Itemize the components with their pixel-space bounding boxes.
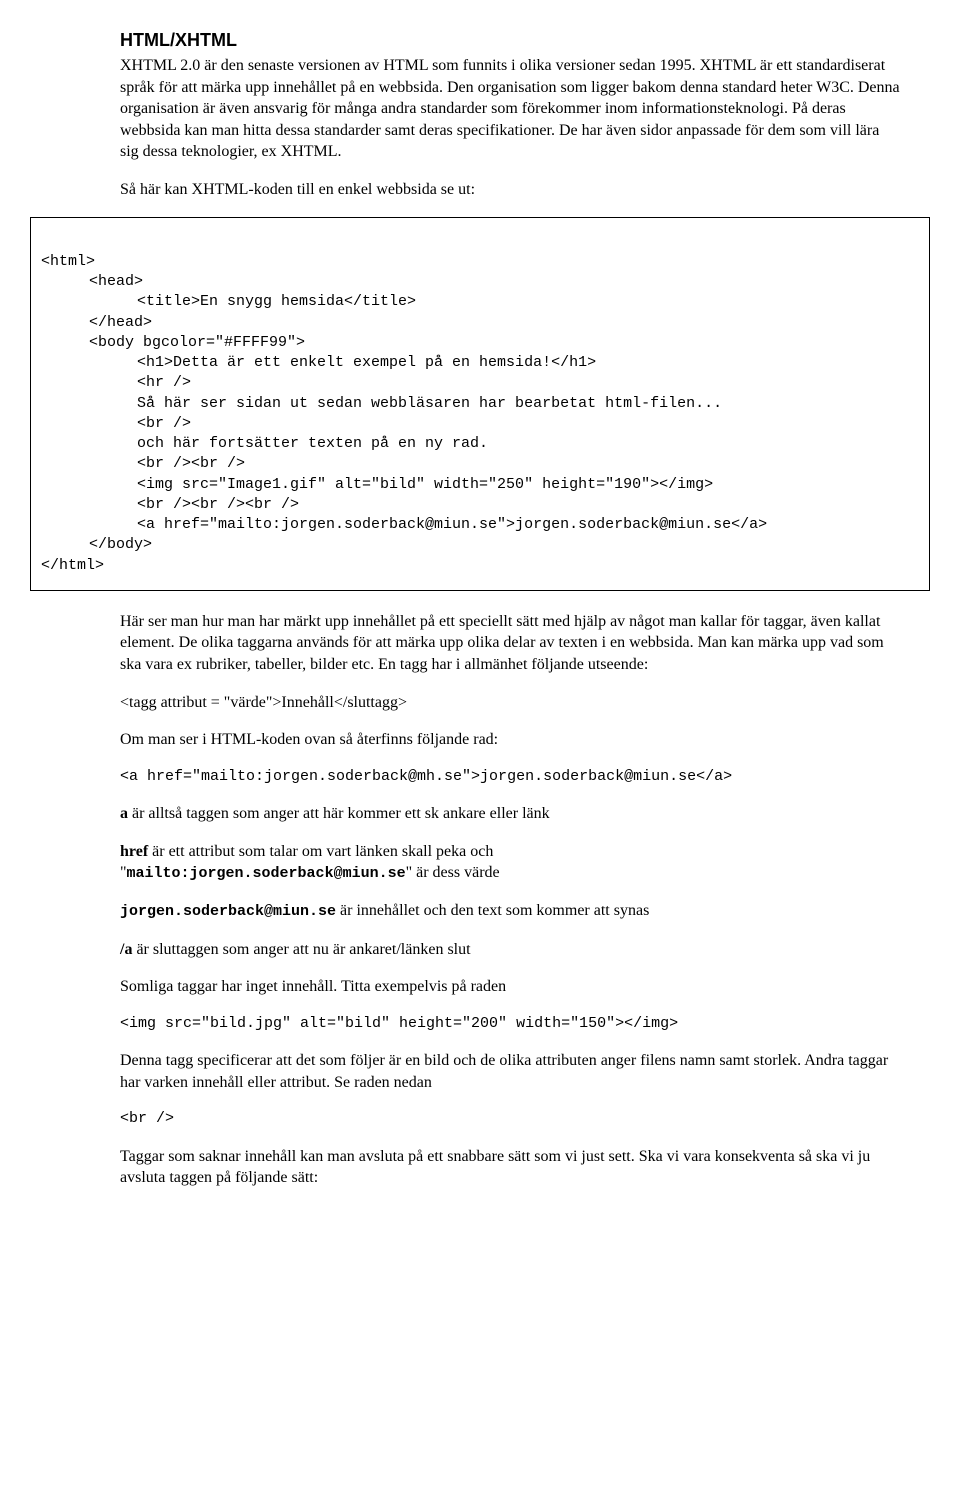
body-paragraph: Taggar som saknar innehåll kan man avslu…	[120, 1146, 900, 1189]
text-run: är ett attribut som talar om vart länken…	[148, 843, 493, 860]
code-line: <h1>Detta är ett enkelt exempel på en he…	[41, 354, 596, 371]
body-paragraph: Om man ser i HTML-koden ovan så återfinn…	[120, 729, 900, 751]
code-inline-line: <br />	[120, 1109, 900, 1129]
code-line: och här fortsätter texten på en ny rad.	[41, 435, 488, 452]
code-line: <br /><br /><br />	[41, 496, 299, 513]
body-paragraph: Denna tagg specificerar att det som följ…	[120, 1050, 900, 1093]
tag-syntax: <tagg attribut = "värde">Innehåll</slutt…	[120, 692, 900, 714]
text-run: är sluttaggen som anger att nu är ankare…	[132, 941, 470, 958]
code-line: <title>En snygg hemsida</title>	[41, 293, 416, 310]
strong-a: a	[120, 805, 128, 822]
body-paragraph: href är ett attribut som talar om vart l…	[120, 841, 900, 885]
strong-href: href	[120, 843, 148, 860]
code-inline-line: <a href="mailto:jorgen.soderback@mh.se">…	[120, 767, 900, 787]
code-line: </body>	[41, 536, 152, 553]
body-paragraph: jorgen.soderback@miun.se är innehållet o…	[120, 900, 900, 922]
strong-close-a: /a	[120, 941, 132, 958]
code-line: <html>	[41, 253, 95, 270]
text-run: är alltså taggen som anger att här komme…	[128, 805, 550, 822]
code-line: </head>	[41, 314, 152, 331]
intro-paragraph: XHTML 2.0 är den senaste versionen av HT…	[120, 55, 900, 163]
code-line: <body bgcolor="#FFFF99">	[41, 334, 305, 351]
intro-lead: Så här kan XHTML-koden till en enkel web…	[120, 179, 900, 201]
code-line: <img src="Image1.gif" alt="bild" width="…	[41, 476, 713, 493]
code-inline: mailto:jorgen.soderback@miun.se	[127, 865, 406, 882]
code-line: <a href="mailto:jorgen.soderback@miun.se…	[41, 516, 767, 533]
code-example-box: <html> <head> <title>En snygg hemsida</t…	[30, 217, 930, 591]
code-line: Så här ser sidan ut sedan webbläsaren ha…	[41, 395, 722, 412]
code-line: <hr />	[41, 374, 191, 391]
code-inline: jorgen.soderback@miun.se	[120, 903, 336, 920]
code-line: <head>	[41, 273, 143, 290]
body-paragraph: a är alltså taggen som anger att här kom…	[120, 803, 900, 825]
code-inline-line: <img src="bild.jpg" alt="bild" height="2…	[120, 1014, 900, 1034]
text-run: " är dess värde	[406, 864, 500, 881]
code-line: <br /><br />	[41, 455, 245, 472]
body-paragraph: /a är sluttaggen som anger att nu är ank…	[120, 939, 900, 961]
section-heading: HTML/XHTML	[120, 30, 900, 51]
text-run: är innehållet och den text som kommer at…	[336, 902, 649, 919]
body-paragraph: Somliga taggar har inget innehåll. Titta…	[120, 976, 900, 998]
code-line: </html>	[41, 557, 104, 574]
code-line: <br />	[41, 415, 191, 432]
body-paragraph: Här ser man hur man har märkt upp innehå…	[120, 611, 900, 676]
